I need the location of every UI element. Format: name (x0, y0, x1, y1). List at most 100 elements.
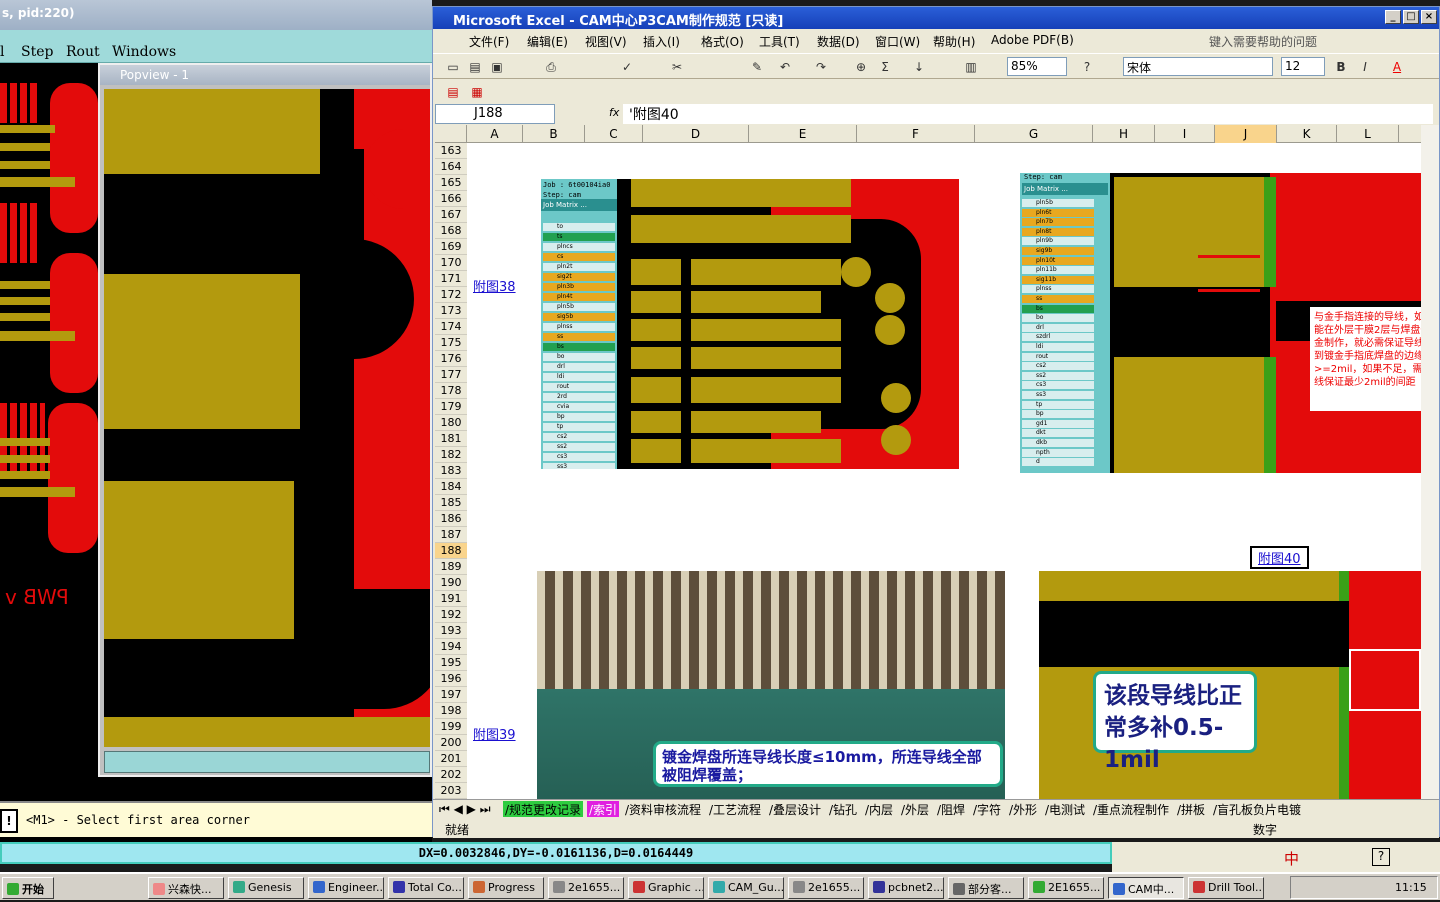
font-color-icon[interactable]: A (1389, 59, 1405, 75)
italic-icon[interactable]: I (1357, 59, 1373, 75)
taskbar-item[interactable]: 2e1655... (788, 877, 864, 899)
cut-icon[interactable]: ✂ (669, 59, 685, 75)
row-header[interactable]: 199 (435, 719, 467, 735)
menu-window[interactable]: 窗口(W) (875, 33, 920, 50)
row-header[interactable]: 192 (435, 607, 467, 623)
font-size-select[interactable]: 12 (1281, 57, 1325, 76)
matrix-layer-row[interactable]: ldi (1022, 343, 1094, 351)
matrix-layer-row[interactable]: bs (543, 343, 615, 351)
menu-insert[interactable]: 插入(I) (643, 33, 680, 50)
sheet-tab[interactable]: /盲孔板负片电镀 (1211, 801, 1303, 817)
menu-item-windows[interactable]: Windows (112, 44, 176, 60)
taskbar-item[interactable]: Engineer... (308, 877, 384, 899)
help-icon[interactable]: ? (1079, 59, 1095, 75)
matrix-layer-row[interactable]: to (543, 223, 615, 231)
matrix-layer-row[interactable]: bp (1022, 410, 1094, 419)
row-header[interactable]: 164 (435, 159, 467, 175)
excel-title-bar[interactable]: Microsoft Excel - CAM中心P3CAM制作规范 [只读] _ … (433, 7, 1439, 29)
matrix-layer-row[interactable]: dkb (1022, 439, 1094, 447)
matrix-layer-row[interactable]: d (1022, 458, 1094, 467)
column-header-f[interactable]: F (857, 125, 975, 143)
formula-input[interactable]: '附图40 (623, 104, 1433, 124)
bold-icon[interactable]: B (1333, 59, 1349, 75)
matrix-layer-row[interactable]: pln6t (1022, 208, 1094, 217)
row-header[interactable]: 166 (435, 191, 467, 207)
row-header[interactable]: 193 (435, 623, 467, 639)
sort-ascending-icon[interactable]: ↓ (911, 59, 927, 75)
matrix-layer-row[interactable]: plnss (543, 323, 615, 331)
row-header[interactable]: 184 (435, 479, 467, 495)
hyperlink-icon[interactable]: ⊕ (853, 59, 869, 75)
name-box[interactable]: J188 (435, 104, 555, 124)
row-header[interactable]: 167 (435, 207, 467, 223)
figure38-picture[interactable]: Job : 6t00104ia0 Step: cam Job Matrix ..… (541, 179, 959, 469)
taskbar-item[interactable]: Genesis (228, 877, 304, 899)
sheet-tab[interactable]: /电测试 (1043, 801, 1087, 817)
column-header-e[interactable]: E (749, 125, 857, 143)
row-header[interactable]: 173 (435, 303, 467, 319)
matrix-layer-row[interactable]: drl (543, 363, 615, 371)
active-cell-fig40[interactable]: 附图40 (1250, 546, 1309, 569)
matrix-layer-row[interactable]: bo (543, 353, 615, 361)
menu-item-rout[interactable]: Rout (66, 44, 100, 60)
sheet-tab[interactable]: /外形 (1007, 801, 1039, 817)
matrix-layer-row[interactable]: cs2 (543, 433, 615, 441)
menu-view[interactable]: 视图(V) (585, 33, 627, 50)
row-header[interactable]: 198 (435, 703, 467, 719)
matrix-layer-row[interactable]: cs3 (543, 453, 615, 461)
row-header[interactable]: 177 (435, 367, 467, 383)
redo-icon[interactable]: ↷ (813, 59, 829, 75)
row-header[interactable]: 172 (435, 287, 467, 303)
matrix-layer-row[interactable]: pln5b (543, 303, 615, 311)
row-header[interactable]: 194 (435, 639, 467, 655)
row-header[interactable]: 200 (435, 735, 467, 751)
sheet-tab[interactable]: /工艺流程 (707, 801, 763, 817)
matrix-layer-row[interactable]: pln5b (1022, 199, 1094, 207)
menu-tools[interactable]: 工具(T) (759, 33, 800, 50)
pdf-convert-icon[interactable]: ▤ (445, 84, 461, 100)
taskbar-item[interactable]: Drill Tool... (1188, 877, 1264, 899)
minimize-button[interactable]: _ (1385, 10, 1401, 24)
row-header[interactable]: 189 (435, 559, 467, 575)
matrix-layer-row[interactable]: pln4t (543, 293, 615, 301)
ime-mode-indicator[interactable]: 中 (1284, 848, 1299, 869)
column-header-c[interactable]: C (585, 125, 643, 143)
column-header-a[interactable]: A (467, 125, 523, 143)
taskbar-item[interactable]: 2e1655... (548, 877, 624, 899)
worksheet-grid[interactable]: 附图38 附图39 附图40 Job : 6t00104ia0 Step: ca… (467, 143, 1421, 799)
genesis-title-bar[interactable]: s, pid:220) (0, 0, 432, 30)
chart-wizard-icon[interactable]: ▥ (963, 59, 979, 75)
vertical-scrollbar[interactable] (1421, 125, 1439, 799)
matrix-layer-row[interactable]: bp (543, 413, 615, 421)
column-header-g[interactable]: G (975, 125, 1093, 143)
matrix-layer-row[interactable]: npth (1022, 448, 1094, 457)
menu-format[interactable]: 格式(O) (701, 33, 744, 50)
row-header[interactable]: 203 (435, 783, 467, 799)
start-button[interactable]: 开始 (2, 877, 54, 899)
column-header-h[interactable]: H (1093, 125, 1155, 143)
column-header-k[interactable]: K (1277, 125, 1337, 143)
row-header[interactable]: 182 (435, 447, 467, 463)
menu-data[interactable]: 数据(D) (817, 33, 860, 50)
popview-title-bar[interactable]: Popview - 1 (100, 65, 430, 85)
row-header[interactable]: 165 (435, 175, 467, 191)
row-header[interactable]: 178 (435, 383, 467, 399)
figure39-photo[interactable]: 镀金焊盘所连导线长度≤10mm，所连导线全部被阻焊覆盖； (537, 571, 1005, 799)
matrix-layer-row[interactable]: pln2t (543, 263, 615, 271)
matrix-layer-row[interactable]: szdrl (1022, 333, 1094, 342)
matrix-layer-row[interactable]: 2rd (543, 393, 615, 401)
row-header[interactable]: 191 (435, 591, 467, 607)
matrix-layer-row[interactable]: plncs (543, 243, 615, 251)
taskbar-item[interactable]: CAM_Gu... (708, 877, 784, 899)
pdf-email-icon[interactable]: ▦ (469, 84, 485, 100)
autosum-icon[interactable]: Σ (877, 59, 893, 75)
matrix-layer-row[interactable]: ts (543, 233, 615, 241)
row-header[interactable]: 196 (435, 671, 467, 687)
sheet-tab[interactable]: /内层 (863, 801, 895, 817)
matrix-layer-row[interactable]: ldi (543, 373, 615, 381)
matrix-layer-row[interactable]: gd1 (1022, 419, 1094, 428)
popview-canvas[interactable] (104, 89, 430, 747)
matrix-layer-row[interactable]: tp (1022, 400, 1094, 409)
maximize-button[interactable]: □ (1403, 10, 1419, 24)
matrix-layer-row[interactable]: ss (1022, 295, 1094, 303)
